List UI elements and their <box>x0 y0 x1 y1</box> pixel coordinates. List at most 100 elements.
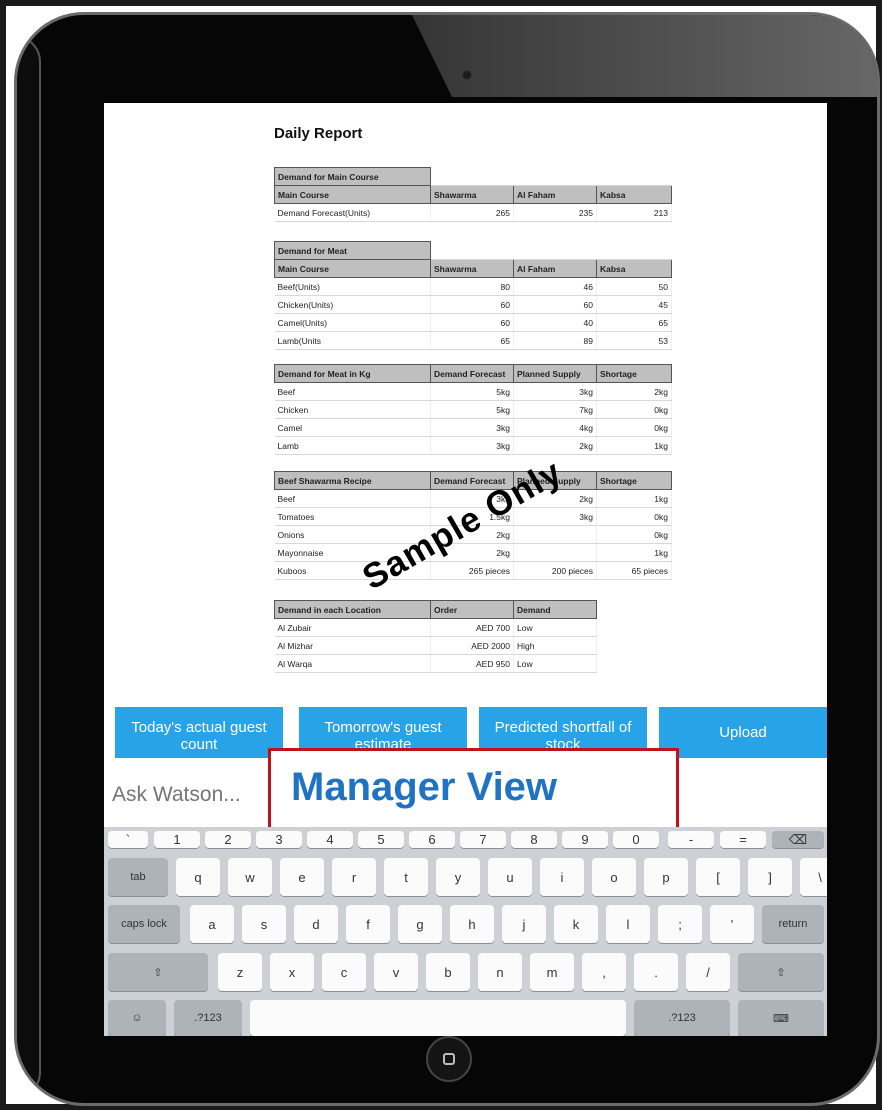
key-v[interactable]: v <box>374 953 418 991</box>
table-cell: 65 <box>596 313 672 332</box>
key-tab[interactable]: tab <box>108 858 168 896</box>
key-w[interactable]: w <box>228 858 272 896</box>
shift-right-icon[interactable]: ⇧ <box>738 953 824 991</box>
key-r[interactable]: r <box>332 858 376 896</box>
table-row: Chicken(Units) 60 60 45 <box>274 295 672 314</box>
key-n[interactable]: n <box>478 953 522 991</box>
key-z[interactable]: z <box>218 953 262 991</box>
table-cell: 3kg <box>430 489 514 508</box>
table-cell: 3kg <box>513 382 597 401</box>
emoji-icon[interactable]: ☺ <box>108 1000 166 1036</box>
key-backtick[interactable]: ` <box>108 831 148 848</box>
table-cell: Tomatoes <box>274 507 431 526</box>
backspace-icon[interactable]: ⌫ <box>772 831 824 848</box>
key-u[interactable]: u <box>488 858 532 896</box>
key-5[interactable]: 5 <box>358 831 404 848</box>
key-o[interactable]: o <box>592 858 636 896</box>
column-header: Main Course <box>274 259 431 278</box>
table-cell: 1.5kg <box>430 507 514 526</box>
table-cell: 3kg <box>513 507 597 526</box>
table-cell: 60 <box>430 313 514 332</box>
column-header: Al Faham <box>513 185 597 204</box>
key-2[interactable]: 2 <box>205 831 251 848</box>
column-header: Demand in each Location <box>274 600 431 619</box>
table-row: Beef 5kg 3kg 2kg <box>274 382 672 401</box>
key-semicolon[interactable]: ; <box>658 905 702 943</box>
table-cell: 0kg <box>596 400 672 419</box>
key-c[interactable]: c <box>322 953 366 991</box>
key-b[interactable]: b <box>426 953 470 991</box>
key-y[interactable]: y <box>436 858 480 896</box>
table-cell: Onions <box>274 525 431 544</box>
key-a[interactable]: a <box>190 905 234 943</box>
key-f[interactable]: f <box>346 905 390 943</box>
table-row: Al Zubair AED 700 Low <box>274 618 597 637</box>
column-header: Demand Forecast <box>430 364 514 383</box>
key-quote[interactable]: ' <box>710 905 754 943</box>
table-cell: 60 <box>513 295 597 314</box>
column-header: Kabsa <box>596 185 672 204</box>
table-cell: 5kg <box>430 382 514 401</box>
key-q[interactable]: q <box>176 858 220 896</box>
key-4[interactable]: 4 <box>307 831 353 848</box>
key-9[interactable]: 9 <box>562 831 608 848</box>
key-p[interactable]: p <box>644 858 688 896</box>
table-cell: 60 <box>430 295 514 314</box>
key-minus[interactable]: - <box>668 831 714 848</box>
key-3[interactable]: 3 <box>256 831 302 848</box>
key-caps-lock[interactable]: caps lock <box>108 905 180 943</box>
key-slash[interactable]: / <box>686 953 730 991</box>
key-backslash[interactable]: \ <box>800 858 827 896</box>
table-cell: 235 <box>513 203 597 222</box>
table-cell: Demand Forecast(Units) <box>274 203 431 222</box>
key-j[interactable]: j <box>502 905 546 943</box>
table-cell: 200 pieces <box>513 561 597 580</box>
space-bar[interactable] <box>250 1000 626 1036</box>
key-numbers-right[interactable]: .?123 <box>634 1000 730 1036</box>
key-g[interactable]: g <box>398 905 442 943</box>
table-cell: 1kg <box>596 489 672 508</box>
column-header: Demand Forecast <box>430 471 514 490</box>
key-d[interactable]: d <box>294 905 338 943</box>
key-h[interactable]: h <box>450 905 494 943</box>
table-row: Lamb(Units 65 89 53 <box>274 331 672 350</box>
table-group-heading: Demand for Main Course <box>274 167 431 186</box>
column-header: Kabsa <box>596 259 672 278</box>
key-comma[interactable]: , <box>582 953 626 991</box>
table-row: Lamb 3kg 2kg 1kg <box>274 436 672 455</box>
key-equals[interactable]: = <box>720 831 766 848</box>
key-0[interactable]: 0 <box>613 831 659 848</box>
table-cell: Al Mizhar <box>274 636 431 655</box>
column-header: Main Course <box>274 185 431 204</box>
todays-guest-count-button[interactable]: Today's actual guest count <box>115 707 283 758</box>
key-6[interactable]: 6 <box>409 831 455 848</box>
key-x[interactable]: x <box>270 953 314 991</box>
manager-view-callout: Manager View <box>268 748 679 830</box>
table-cell: 1kg <box>596 436 672 455</box>
key-8[interactable]: 8 <box>511 831 557 848</box>
key-t[interactable]: t <box>384 858 428 896</box>
table-cell: 3kg <box>430 436 514 455</box>
keyboard-dismiss-icon[interactable]: ⌨ <box>738 1000 824 1036</box>
key-left-bracket[interactable]: [ <box>696 858 740 896</box>
key-s[interactable]: s <box>242 905 286 943</box>
key-period[interactable]: . <box>634 953 678 991</box>
key-l[interactable]: l <box>606 905 650 943</box>
key-7[interactable]: 7 <box>460 831 506 848</box>
tablet-screen: Daily Report Demand for Main Course Main… <box>104 103 827 1036</box>
key-m[interactable]: m <box>530 953 574 991</box>
key-e[interactable]: e <box>280 858 324 896</box>
key-k[interactable]: k <box>554 905 598 943</box>
table-cell: AED 2000 <box>430 636 514 655</box>
key-i[interactable]: i <box>540 858 584 896</box>
key-1[interactable]: 1 <box>154 831 200 848</box>
table-row: Beef 3kg 2kg 1kg <box>274 489 672 508</box>
key-return[interactable]: return <box>762 905 824 943</box>
home-button[interactable] <box>426 1036 472 1082</box>
ask-watson-input[interactable] <box>110 782 274 808</box>
table-cell: Kuboos <box>274 561 431 580</box>
key-right-bracket[interactable]: ] <box>748 858 792 896</box>
key-numbers-left[interactable]: .?123 <box>174 1000 242 1036</box>
shift-left-icon[interactable]: ⇧ <box>108 953 208 991</box>
upload-button[interactable]: Upload <box>659 707 827 758</box>
